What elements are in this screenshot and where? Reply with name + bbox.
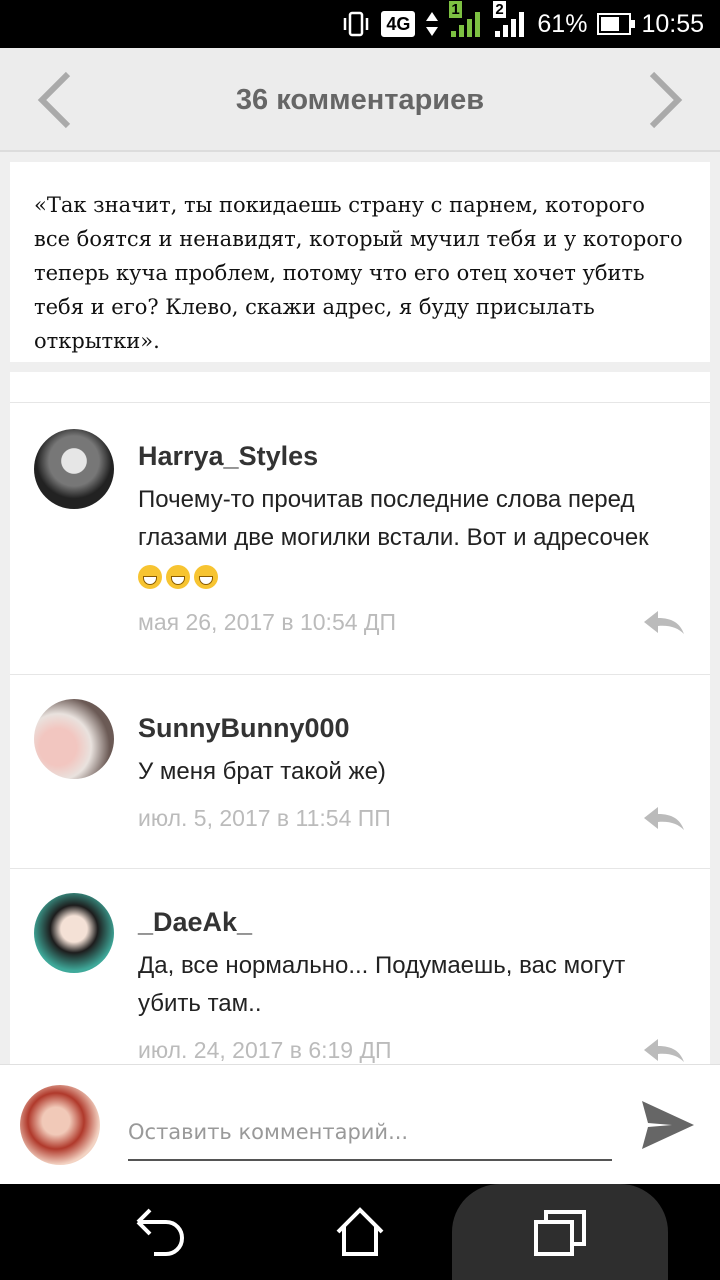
comment-author[interactable]: SunnyBunny000 — [138, 713, 350, 744]
clock: 10:55 — [641, 9, 704, 38]
comment-input[interactable] — [128, 1105, 612, 1161]
sim2-label: 2 — [493, 1, 506, 18]
comment-item: Harrya_Styles Почему-то прочитав последн… — [10, 402, 710, 674]
avatar[interactable] — [34, 699, 114, 779]
grinning-emoji-icon — [194, 564, 218, 589]
comment-body: Почему-то прочитав последние слова перед… — [138, 486, 649, 551]
battery-icon — [597, 13, 636, 35]
grinning-emoji-icon — [166, 564, 190, 589]
current-user-avatar — [20, 1085, 100, 1165]
avatar[interactable] — [34, 893, 114, 973]
recent-apps-icon[interactable] — [530, 1202, 590, 1262]
sim1-label: 1 — [449, 1, 462, 18]
quoted-passage: «Так значит, ты покидаешь страну с парне… — [10, 162, 710, 362]
network-type-badge: 4G — [381, 11, 416, 37]
reply-icon[interactable] — [642, 1037, 686, 1063]
vibrate-icon — [341, 9, 371, 39]
comments-header: 36 комментариев — [0, 48, 720, 152]
comment-date: июл. 5, 2017 в 11:54 ПП — [138, 805, 391, 831]
page-title: 36 комментариев — [235, 84, 485, 116]
comment-composer — [0, 1064, 720, 1184]
comment-author[interactable]: _DaeAk_ — [138, 907, 252, 938]
comment-date: мая 26, 2017 в 10:54 ДП — [138, 609, 397, 635]
comment-text: Почему-то прочитав последние слова перед… — [138, 481, 688, 595]
comment-item: SunnyBunny000 У меня брат такой же) июл.… — [10, 674, 710, 868]
status-bar: 4G 1 2 61% 10:55 — [0, 0, 720, 48]
back-icon[interactable] — [128, 1202, 188, 1262]
chevron-right-icon[interactable] — [642, 70, 686, 130]
signal-icon-sim2: 2 — [493, 1, 527, 39]
reply-icon[interactable] — [642, 609, 686, 635]
grinning-emoji-icon — [138, 564, 162, 589]
avatar[interactable] — [34, 429, 114, 509]
comment-item: _DaeAk_ Да, все нормально... Подумаешь, … — [10, 868, 710, 1064]
comment-list[interactable]: Harrya_Styles Почему-то прочитав последн… — [10, 372, 710, 1064]
battery-percent: 61% — [537, 9, 588, 38]
data-arrows-icon — [425, 9, 439, 39]
home-icon[interactable] — [330, 1202, 390, 1262]
system-navigation-bar — [0, 1184, 720, 1280]
comment-body: У меня брат такой же) — [138, 758, 386, 785]
comment-author[interactable]: Harrya_Styles — [138, 441, 318, 472]
send-icon[interactable] — [640, 1099, 696, 1151]
comment-date: июл. 24, 2017 в 6:19 ДП — [138, 1037, 392, 1063]
signal-icon-sim1: 1 — [449, 1, 483, 39]
comment-body: Да, все нормально... Подумаешь, вас могу… — [138, 952, 626, 1017]
reply-icon[interactable] — [642, 805, 686, 831]
